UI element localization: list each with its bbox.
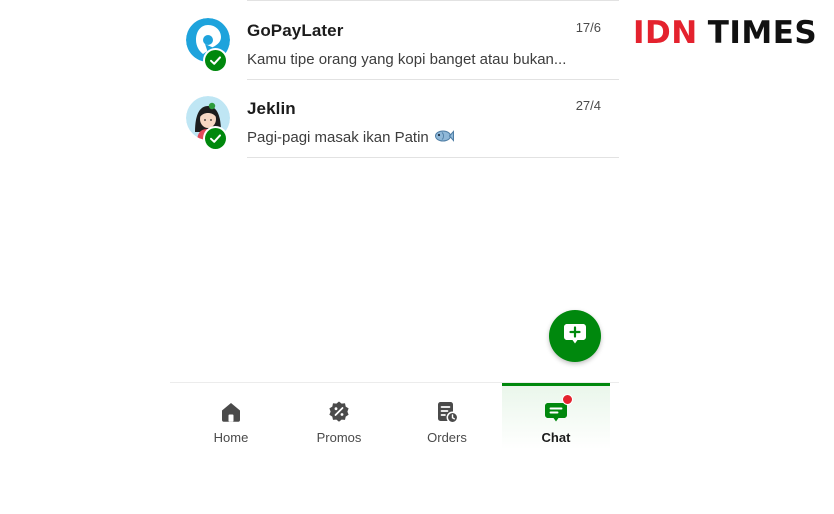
new-chat-button[interactable] <box>549 310 601 362</box>
promo-icon <box>326 399 352 425</box>
nav-item-home[interactable]: Home <box>177 383 285 461</box>
row-divider <box>247 157 619 158</box>
nav-label: Home <box>213 430 249 445</box>
chat-row-gopaylater[interactable]: GoPayLater 17/6 Kamu tipe orang yang kop… <box>178 2 619 80</box>
bottom-navigation: Home Promos Orders Chat <box>170 382 619 461</box>
verified-badge-icon <box>203 126 228 151</box>
chat-name: GoPayLater <box>247 21 344 40</box>
nav-label: Orders <box>427 430 467 445</box>
chat-preview: Kamu tipe orang yang kopi banget atau bu… <box>247 51 567 68</box>
chat-name: Jeklin <box>247 99 296 118</box>
nav-item-promos[interactable]: Promos <box>285 383 393 461</box>
nav-label: Chat <box>541 430 571 445</box>
nav-item-orders[interactable]: Orders <box>393 383 501 461</box>
chat-time: 17/6 <box>575 20 601 35</box>
nav-label: Promos <box>316 430 362 445</box>
new-chat-icon <box>562 321 588 352</box>
notification-dot <box>562 394 573 405</box>
avatar <box>186 18 230 73</box>
home-icon <box>218 399 244 425</box>
avatar <box>186 96 230 151</box>
idn-times-logo: IDN TIMES <box>633 18 817 49</box>
verified-badge-icon <box>203 48 228 73</box>
chat-time: 27/4 <box>575 98 601 113</box>
chat-preview: Pagi-pagi masak ikan Patin <box>247 129 429 146</box>
nav-item-chat[interactable]: Chat <box>502 383 610 461</box>
chat-preview-container: Pagi-pagi masak ikan Patin <box>247 129 454 147</box>
fish-icon <box>434 129 454 147</box>
active-tab-indicator <box>502 383 610 386</box>
chat-icon <box>543 394 573 425</box>
top-divider <box>247 0 619 1</box>
logo-idn-text: IDN <box>633 15 698 51</box>
orders-icon <box>434 399 460 425</box>
chat-row-jeklin[interactable]: Jeklin 27/4 Pagi-pagi masak ikan Patin <box>178 80 619 158</box>
chat-screen: GoPayLater 17/6 Kamu tipe orang yang kop… <box>0 0 834 514</box>
logo-times-text: TIMES <box>707 15 818 51</box>
